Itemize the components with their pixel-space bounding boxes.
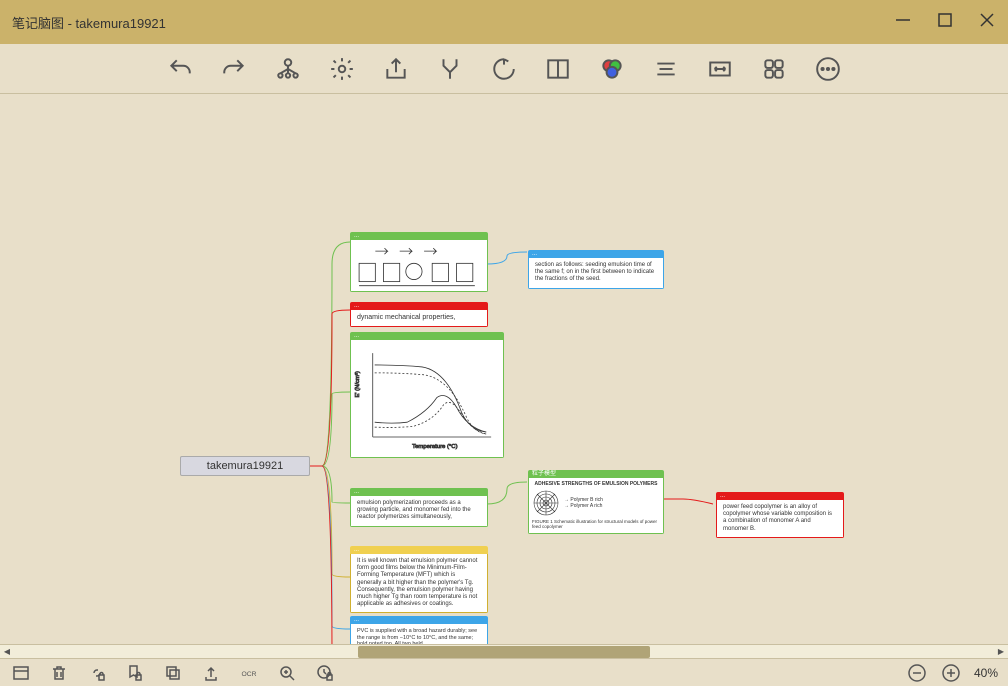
node-text: section as follows: seeding emulsion tim…: [528, 258, 664, 289]
align-button[interactable]: [649, 52, 683, 86]
node-tab: ...: [350, 302, 488, 310]
zoom-value: 40%: [974, 666, 998, 680]
node-tab: ...: [350, 546, 488, 554]
node-tab: ...: [716, 492, 844, 500]
more-menu-button[interactable]: [811, 52, 845, 86]
node-tab: ...: [350, 488, 488, 496]
refresh-button[interactable]: [487, 52, 521, 86]
export-button[interactable]: [379, 52, 413, 86]
scroll-right-icon[interactable]: ▶: [994, 645, 1008, 659]
node-tab: ...: [350, 616, 488, 624]
zoom-out-button[interactable]: [906, 662, 928, 684]
fit-width-button[interactable]: [703, 52, 737, 86]
bookmark-lock-icon[interactable]: [124, 662, 146, 684]
mindmap-canvas[interactable]: takemura19921 ... ... section as follows…: [0, 94, 1008, 644]
trash-icon[interactable]: [48, 662, 70, 684]
split-view-button[interactable]: [541, 52, 575, 86]
mindmap-node[interactable]: ... emulsion polymerization proceeds as …: [350, 488, 488, 527]
node-tab: ...: [350, 232, 488, 240]
window-tool-icon[interactable]: [10, 662, 32, 684]
color-theme-button[interactable]: [595, 52, 629, 86]
node-text: dynamic mechanical properties,: [350, 310, 488, 327]
node-image: [350, 240, 488, 292]
scroll-thumb[interactable]: [358, 646, 651, 658]
node-text: PVC is supplied with a broad hazard dura…: [350, 624, 488, 644]
node-tab: ...: [350, 332, 504, 340]
mindmap-node[interactable]: ... It is well known that emulsion polym…: [350, 546, 488, 613]
copy-icon[interactable]: [162, 662, 184, 684]
time-lock-icon[interactable]: [314, 662, 336, 684]
node-tab: ...: [528, 250, 664, 258]
close-icon[interactable]: [978, 11, 996, 34]
main-toolbar: [0, 44, 1008, 94]
mindmap-node[interactable]: ... section as follows: seeding emulsion…: [528, 250, 664, 289]
node-text: It is well known that emulsion polymer c…: [350, 554, 488, 613]
svg-text:Temperature (°C): Temperature (°C): [412, 444, 457, 450]
mindmap-node[interactable]: ... PVC is supplied with a broad hazard …: [350, 616, 488, 644]
upload-icon[interactable]: [200, 662, 222, 684]
node-text: emulsion polymerization proceeds as a gr…: [350, 496, 488, 527]
maximize-icon[interactable]: [936, 11, 954, 34]
redo-button[interactable]: [217, 52, 251, 86]
svg-text:E' (N/cm²): E' (N/cm²): [355, 371, 361, 397]
grid-view-button[interactable]: [757, 52, 791, 86]
settings-button[interactable]: [325, 52, 359, 86]
root-node[interactable]: takemura19921: [180, 456, 310, 476]
mindmap-node[interactable]: ... power feed copolymer is an alloy of …: [716, 492, 844, 538]
scroll-track[interactable]: [16, 646, 992, 658]
svg-text:OCR: OCR: [242, 671, 257, 678]
mindmap-node[interactable]: 粒子模型 ADHESIVE STRENGTHS OF EMULSION POLY…: [528, 470, 664, 534]
mindmap-node[interactable]: ... dynamic mechanical properties,: [350, 302, 488, 327]
root-label: takemura19921: [207, 460, 283, 472]
link-lock-icon[interactable]: [86, 662, 108, 684]
window-title: 笔记脑图 - takemura19921: [12, 13, 894, 32]
mindmap-node[interactable]: ... E' (N/cm²) Temperature (°C): [350, 332, 504, 458]
mindmap-node[interactable]: ...: [350, 232, 488, 292]
mindmap-layout-button[interactable]: [271, 52, 305, 86]
status-bar: OCR 40%: [0, 658, 1008, 686]
undo-button[interactable]: [163, 52, 197, 86]
horizontal-scrollbar[interactable]: ◀ ▶: [0, 644, 1008, 658]
node-chart: E' (N/cm²) Temperature (°C): [350, 340, 504, 458]
node-diagram: ADHESIVE STRENGTHS OF EMULSION POLYMERS …: [528, 478, 664, 534]
title-bar: 笔记脑图 - takemura19921: [0, 0, 1008, 44]
node-text: power feed copolymer is an alloy of copo…: [716, 500, 844, 538]
merge-button[interactable]: [433, 52, 467, 86]
zoom-reset-icon[interactable]: [276, 662, 298, 684]
window-controls: [894, 11, 996, 34]
scroll-left-icon[interactable]: ◀: [0, 645, 14, 659]
zoom-in-button[interactable]: [940, 662, 962, 684]
ocr-button[interactable]: OCR: [238, 662, 260, 684]
minimize-icon[interactable]: [894, 11, 912, 34]
node-tab: 粒子模型: [528, 470, 664, 478]
